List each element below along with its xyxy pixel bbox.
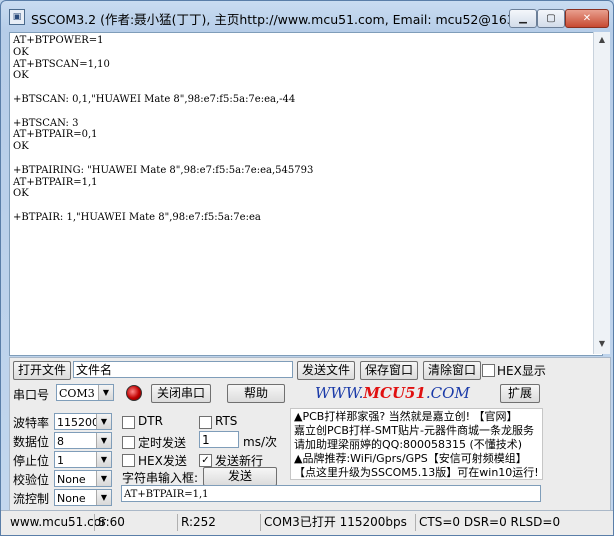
hex-display-label: HEX显示	[497, 364, 546, 378]
status-sent: S:60	[94, 514, 176, 531]
ad-line-1[interactable]: ▲PCB打样那家强? 当然就是嘉立创! 【官网】	[294, 410, 539, 424]
terminal-scrollbar[interactable]: ▲ ▼	[593, 32, 610, 354]
timed-send-label: 定时发送	[138, 436, 187, 450]
ad-line-2[interactable]: 嘉立创PCB打样-SMT贴片-元器件商城一条龙服务	[294, 424, 539, 438]
stopbits-select[interactable]: 1 ▼	[54, 451, 112, 468]
chevron-down-icon: ▼	[96, 414, 111, 429]
chevron-down-icon: ▼	[98, 385, 113, 400]
port-select[interactable]: COM3 ▼	[56, 384, 114, 401]
port-status-led	[126, 385, 142, 401]
ad-box[interactable]: ▲PCB打样那家强? 当然就是嘉立创! 【官网】 嘉立创PCB打样-SMT贴片-…	[290, 408, 543, 480]
brand-prefix: WWW.	[315, 384, 364, 402]
send-input[interactable]: AT+BTPAIR=1,1	[121, 485, 541, 502]
status-port: COM3已打开 115200bps	[260, 514, 414, 531]
close-button[interactable]: ✕	[565, 9, 609, 28]
hex-display-checkbox[interactable]	[482, 364, 495, 377]
baud-label: 波特率	[13, 416, 50, 430]
flow-value: None	[57, 492, 86, 505]
status-received: R:252	[177, 514, 259, 531]
scroll-up-icon[interactable]: ▲	[594, 32, 610, 48]
interval-unit-label: ms/次	[243, 435, 277, 449]
expand-button[interactable]: 扩展	[500, 384, 540, 403]
status-bar: www.mcu51.cor S:60 R:252 COM3已打开 115200b…	[1, 510, 613, 535]
filename-input[interactable]: 文件名	[73, 361, 293, 378]
parity-label: 校验位	[13, 473, 50, 487]
ad-line-5[interactable]: 【点这里升级为SSCOM5.13版】可在win10运行!	[294, 466, 539, 480]
send-file-button[interactable]: 发送文件	[297, 361, 355, 380]
chevron-down-icon: ▼	[96, 490, 111, 505]
rts-label: RTS	[215, 414, 238, 428]
maximize-button[interactable]: ▢	[537, 9, 565, 28]
terminal-text: AT+BTPOWER=1 OK AT+BTSCAN=1,10 OK +BTSCA…	[13, 35, 314, 223]
port-label: 串口号	[13, 388, 50, 402]
brand-link[interactable]: WWW.MCU51.COM	[315, 384, 470, 402]
brand-mid: MCU51	[363, 384, 426, 402]
clear-window-button[interactable]: 清除窗口	[423, 361, 481, 380]
ad-line-4[interactable]: ▲品牌推荐:WiFi/Gprs/GPS【安信可射频模组】	[294, 452, 539, 466]
port-value: COM3	[59, 387, 95, 400]
stopbits-value: 1	[57, 454, 64, 467]
dtr-label: DTR	[138, 414, 163, 428]
input-label: 字符串输入框:	[122, 471, 199, 485]
save-window-button[interactable]: 保存窗口	[360, 361, 418, 380]
receive-terminal[interactable]: AT+BTPOWER=1 OK AT+BTSCAN=1,10 OK +BTSCA…	[9, 32, 603, 356]
scroll-down-icon[interactable]: ▼	[594, 336, 610, 352]
rts-checkbox[interactable]	[199, 416, 212, 429]
parity-select[interactable]: None ▼	[54, 470, 112, 487]
window-title: SSCOM3.2 (作者:聂小猛(丁丁), 主页http://www.mcu51…	[31, 12, 545, 27]
title-bar[interactable]: ▣ SSCOM3.2 (作者:聂小猛(丁丁), 主页http://www.mcu…	[1, 1, 613, 31]
brand-suffix: .COM	[425, 384, 470, 402]
databits-value: 8	[57, 435, 64, 448]
databits-label: 数据位	[13, 435, 50, 449]
send-button[interactable]: 发送	[203, 467, 277, 486]
chevron-down-icon: ▼	[96, 433, 111, 448]
app-icon: ▣	[9, 9, 25, 25]
app-window: ▣ SSCOM3.2 (作者:聂小猛(丁丁), 主页http://www.mcu…	[0, 0, 614, 536]
baud-value: 115200	[57, 416, 99, 429]
send-newline-checkbox[interactable]: ✓	[199, 454, 212, 467]
status-lines: CTS=0 DSR=0 RLSD=0	[415, 514, 609, 531]
flow-label: 流控制	[13, 492, 50, 506]
chevron-down-icon: ▼	[96, 471, 111, 486]
baud-select[interactable]: 115200 ▼	[54, 413, 112, 430]
close-port-button[interactable]: 关闭串口	[151, 384, 211, 403]
flow-select[interactable]: None ▼	[54, 489, 112, 506]
help-button[interactable]: 帮助	[227, 384, 285, 403]
timed-send-checkbox[interactable]	[122, 436, 135, 449]
control-panel: 打开文件 文件名 发送文件 保存窗口 清除窗口 HEX显示 串口号 COM3 ▼…	[9, 357, 611, 511]
ad-line-3[interactable]: 请加助理梁丽婷的QQ:800058315 (不懂技术)	[294, 438, 539, 452]
status-site: www.mcu51.cor	[10, 515, 107, 529]
parity-value: None	[57, 473, 86, 486]
open-file-button[interactable]: 打开文件	[13, 361, 71, 380]
chevron-down-icon: ▼	[96, 452, 111, 467]
hex-send-checkbox[interactable]	[122, 454, 135, 467]
interval-input[interactable]: 1	[199, 431, 239, 448]
dtr-checkbox[interactable]	[122, 416, 135, 429]
stopbits-label: 停止位	[13, 454, 50, 468]
minimize-button[interactable]: ▁	[509, 9, 537, 28]
databits-select[interactable]: 8 ▼	[54, 432, 112, 449]
hex-send-label: HEX发送	[138, 454, 187, 468]
